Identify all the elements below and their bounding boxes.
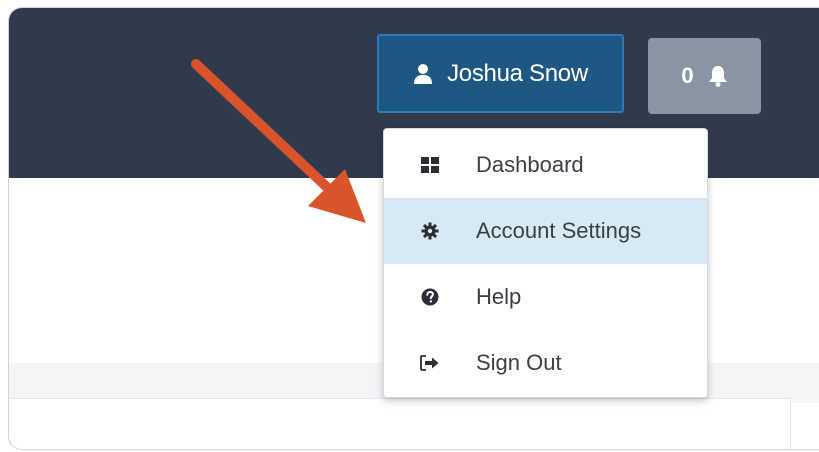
menu-item-help[interactable]: Help (384, 264, 707, 330)
menu-item-label: Account Settings (476, 218, 642, 243)
question-circle-icon (384, 288, 476, 306)
menu-item-label: Sign Out (476, 350, 562, 375)
menu-item-sign-out[interactable]: Sign Out (384, 330, 707, 396)
bell-icon (708, 65, 728, 87)
dashboard-grid-icon (384, 157, 476, 173)
menu-item-label: Dashboard (476, 152, 584, 177)
user-menu-button[interactable]: Joshua Snow (377, 34, 624, 113)
notification-count: 0 (681, 63, 694, 88)
user-name-label: Joshua Snow (447, 59, 588, 87)
menu-item-label: Help (476, 284, 522, 309)
user-dropdown-menu: Dashboard Account Settings Help Sign Out (383, 128, 708, 398)
menu-item-account-settings[interactable]: Account Settings (384, 198, 707, 264)
sign-out-icon (384, 355, 476, 371)
notifications-button[interactable]: 0 (648, 38, 761, 114)
gear-icon (384, 222, 476, 240)
menu-item-dashboard[interactable]: Dashboard (384, 132, 707, 198)
user-icon (413, 63, 433, 85)
browser-window: Joshua Snow 0 Dashboard Account Settings… (8, 7, 819, 450)
content-panel (9, 398, 791, 449)
